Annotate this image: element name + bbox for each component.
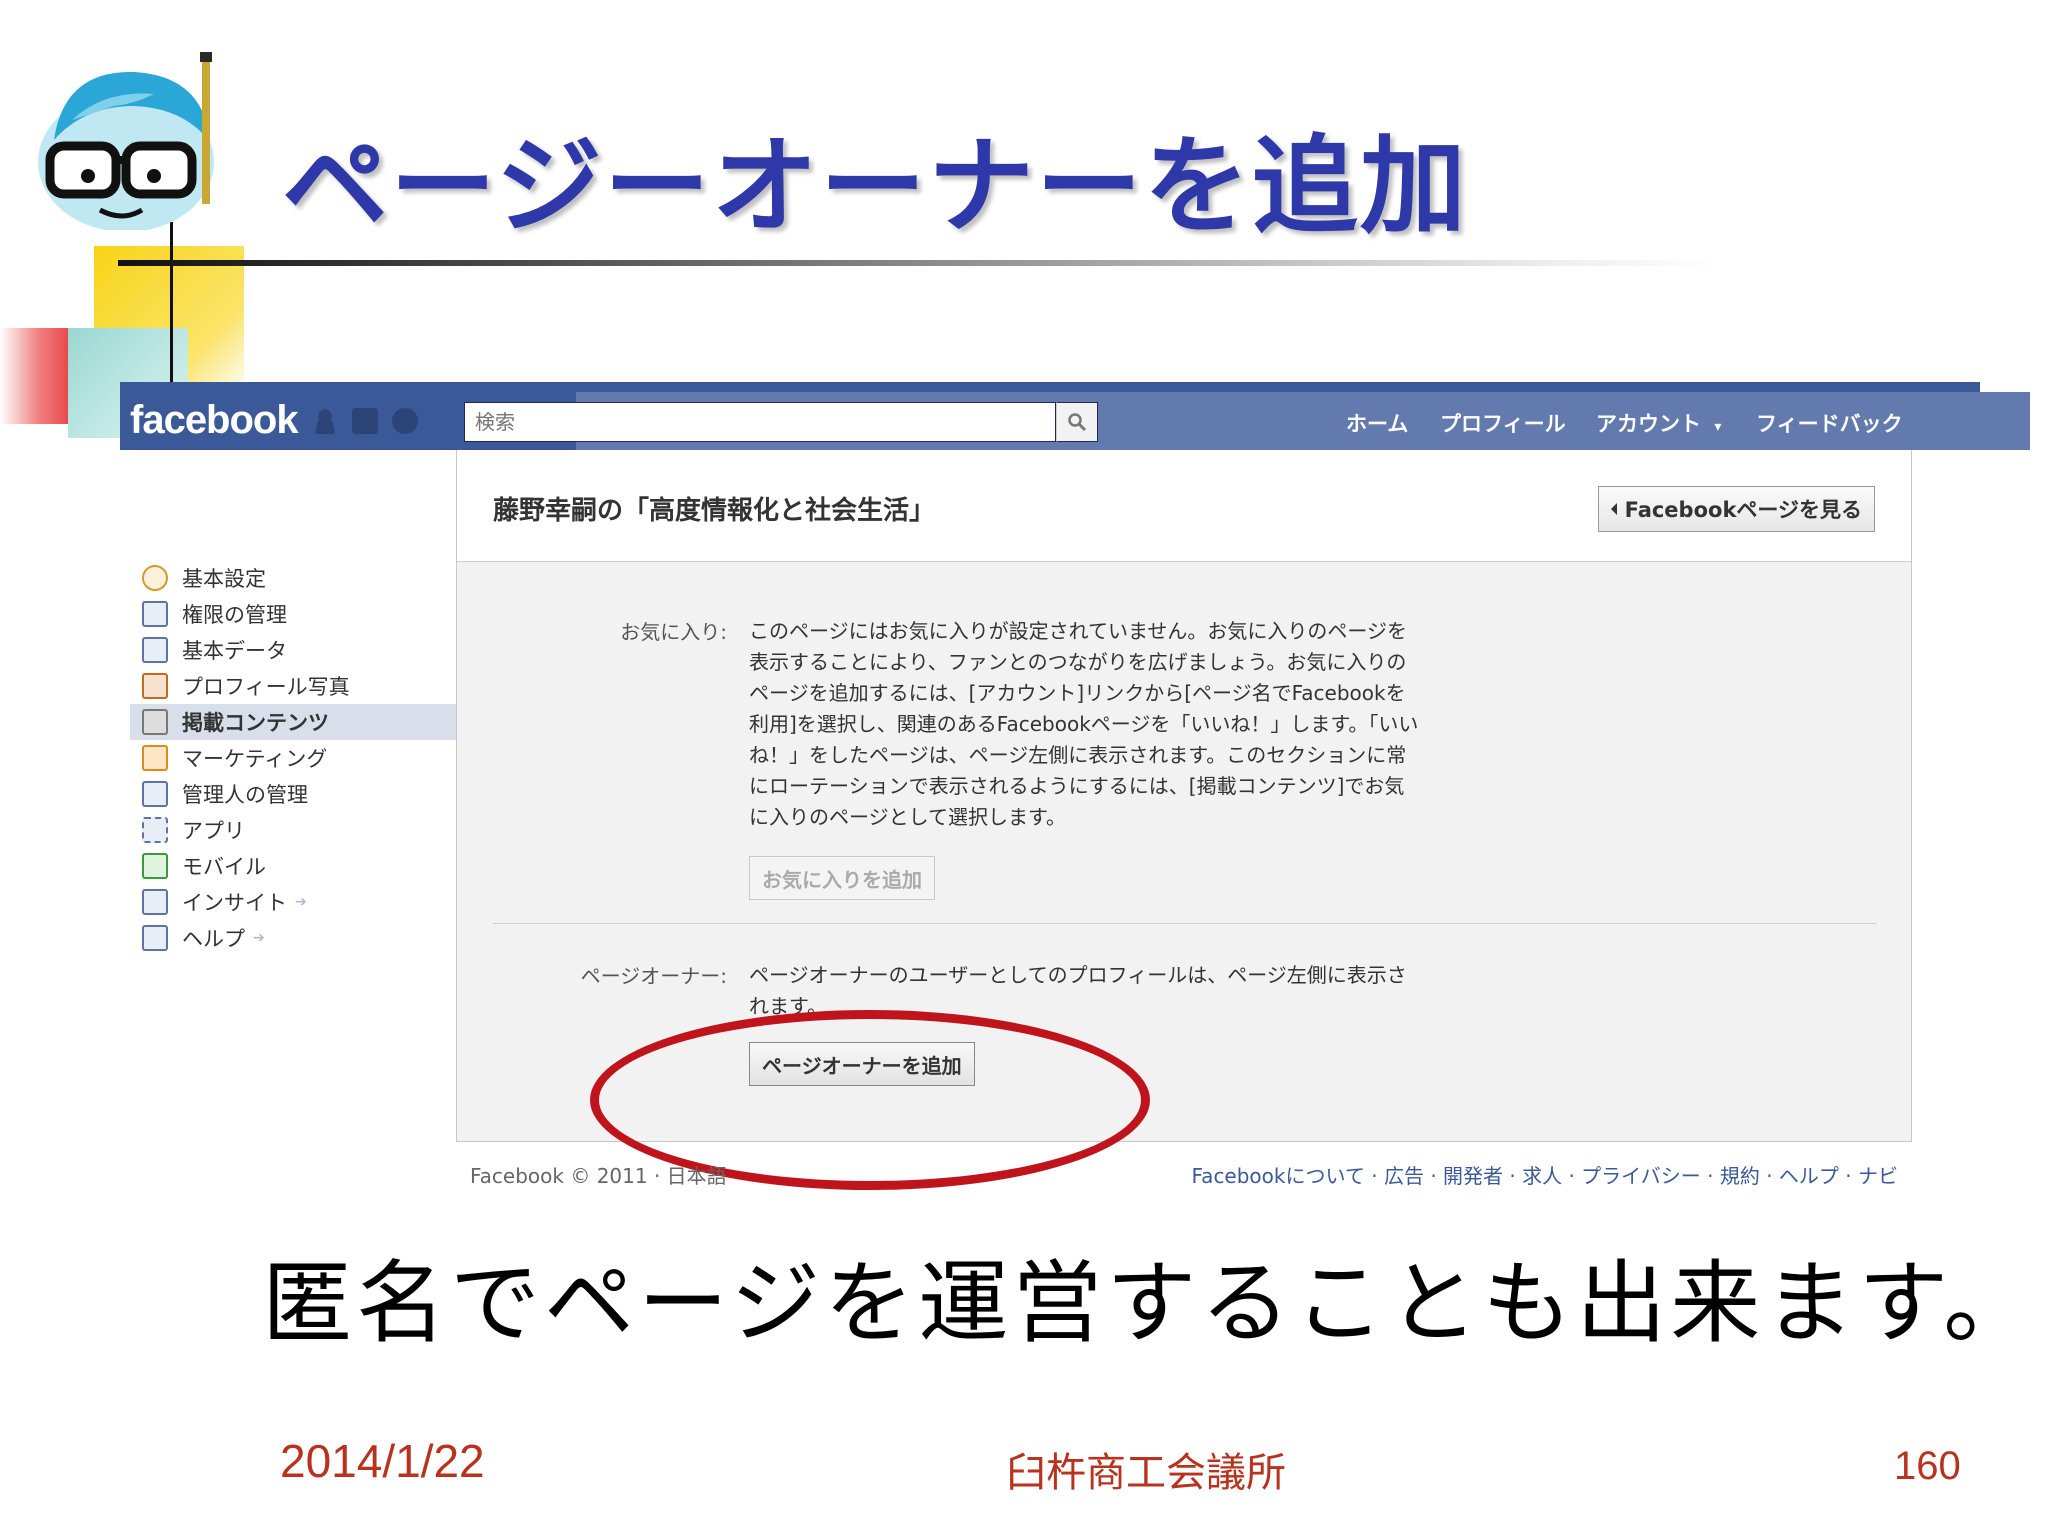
- search-input[interactable]: [465, 403, 1055, 441]
- sidebar-item-apps[interactable]: アプリ: [130, 812, 456, 848]
- sidebar-item-label: インサイト: [182, 891, 287, 915]
- slide-subtitle: 匿名でページを運営することも出来ます。: [262, 1251, 2038, 1356]
- messages-icon[interactable]: [352, 408, 378, 434]
- sidebar-item-marketing[interactable]: マーケティング: [130, 740, 456, 776]
- settings-sidebar: 基本設定 権限の管理 基本データ プロフィール写真 掲載コンテンツ マーケティン…: [130, 560, 456, 956]
- facebook-footer-links[interactable]: Facebookについて · 広告 · 開発者 · 求人 · プライバシー · …: [1192, 1160, 1898, 1189]
- sidebar-item-label: 管理人の管理: [182, 783, 308, 807]
- sidebar-item-label: 権限の管理: [182, 603, 287, 627]
- sidebar-item-label: マーケティング: [182, 747, 328, 771]
- sidebar-item-mobile[interactable]: モバイル: [130, 848, 456, 884]
- search-box: [464, 402, 1056, 442]
- mobile-icon: [142, 853, 168, 879]
- friend-requests-icon[interactable]: [312, 408, 338, 434]
- help-icon: [142, 925, 168, 951]
- nav-feedback-link[interactable]: フィードバック: [1756, 408, 1903, 438]
- slide-page-number: 160: [1894, 1444, 1961, 1488]
- sidebar-item-label: 基本データ: [182, 639, 287, 663]
- mascot-glasses-icon: [38, 52, 214, 230]
- sidebar-item-basic-settings[interactable]: 基本設定: [130, 560, 456, 596]
- chart-icon: [142, 889, 168, 915]
- search-icon: [1068, 413, 1087, 432]
- photo-icon: [142, 673, 168, 699]
- sidebar-item-label: 基本設定: [182, 567, 266, 591]
- favorites-description: このページにはお気に入りが設定されていません。お気に入りのページを表示することに…: [749, 619, 1419, 829]
- back-arrow-icon: [1610, 503, 1617, 515]
- megaphone-icon: [142, 709, 168, 735]
- apps-icon: [142, 817, 168, 843]
- sidebar-item-help[interactable]: ヘルプ ➔: [130, 920, 456, 956]
- sidebar-item-label: モバイル: [182, 855, 266, 879]
- notification-jewels: [312, 408, 418, 434]
- sidebar-item-label: ヘルプ: [182, 927, 245, 951]
- nav-home-link[interactable]: ホーム: [1346, 408, 1408, 438]
- sidebar-item-label: プロフィール写真: [182, 675, 350, 699]
- nav-account-label: アカウント: [1596, 412, 1701, 436]
- add-favorite-button[interactable]: お気に入りを追加: [749, 856, 935, 900]
- sidebar-item-basic-data[interactable]: 基本データ: [130, 632, 456, 668]
- nav-profile-link[interactable]: プロフィール: [1440, 408, 1566, 438]
- favorites-label: お気に入り:: [620, 620, 727, 644]
- slide-title: ページーオーナーを追加: [282, 125, 1468, 248]
- external-arrow-icon: ➔: [295, 894, 307, 910]
- search-button[interactable]: [1056, 402, 1098, 442]
- lock-icon: [142, 601, 168, 627]
- view-facebook-page-label: Facebookページを見る: [1624, 498, 1862, 522]
- decor-horizontal-line: [118, 260, 1718, 266]
- card-icon: [142, 637, 168, 663]
- sidebar-item-featured-content[interactable]: 掲載コンテンツ: [130, 704, 456, 740]
- sidebar-item-label: アプリ: [182, 819, 245, 843]
- chevron-down-icon: ▾: [1714, 419, 1722, 435]
- sidebar-item-profile-photo[interactable]: プロフィール写真: [130, 668, 456, 704]
- users-icon: [142, 781, 168, 807]
- slide-organization: 臼杵商工会議所: [1006, 1450, 1286, 1496]
- page-title: 藤野幸嗣の「高度情報化と社会生活」: [493, 496, 936, 526]
- sidebar-item-admins[interactable]: 管理人の管理: [130, 776, 456, 812]
- facebook-logo[interactable]: facebook: [130, 398, 299, 443]
- sidebar-item-label: 掲載コンテンツ: [182, 711, 329, 735]
- sidebar-item-permissions[interactable]: 権限の管理: [130, 596, 456, 632]
- facebook-copyright: Facebook © 2011 · 日本語: [470, 1164, 727, 1188]
- page-owner-label: ページオーナー:: [580, 964, 727, 988]
- section-divider: [493, 923, 1877, 924]
- slide-date: 2014/1/22: [280, 1435, 485, 1487]
- nav-account-menu[interactable]: アカウント ▾: [1596, 408, 1721, 438]
- notifications-globe-icon[interactable]: [392, 408, 418, 434]
- sidebar-item-insights[interactable]: インサイト ➔: [130, 884, 456, 920]
- megaphone-icon: [142, 745, 168, 771]
- external-arrow-icon: ➔: [253, 930, 265, 946]
- view-facebook-page-button[interactable]: Facebookページを見る: [1597, 486, 1875, 532]
- gear-icon: [142, 565, 168, 591]
- panel-header: 藤野幸嗣の「高度情報化と社会生活」 Facebookページを見る: [457, 450, 1911, 562]
